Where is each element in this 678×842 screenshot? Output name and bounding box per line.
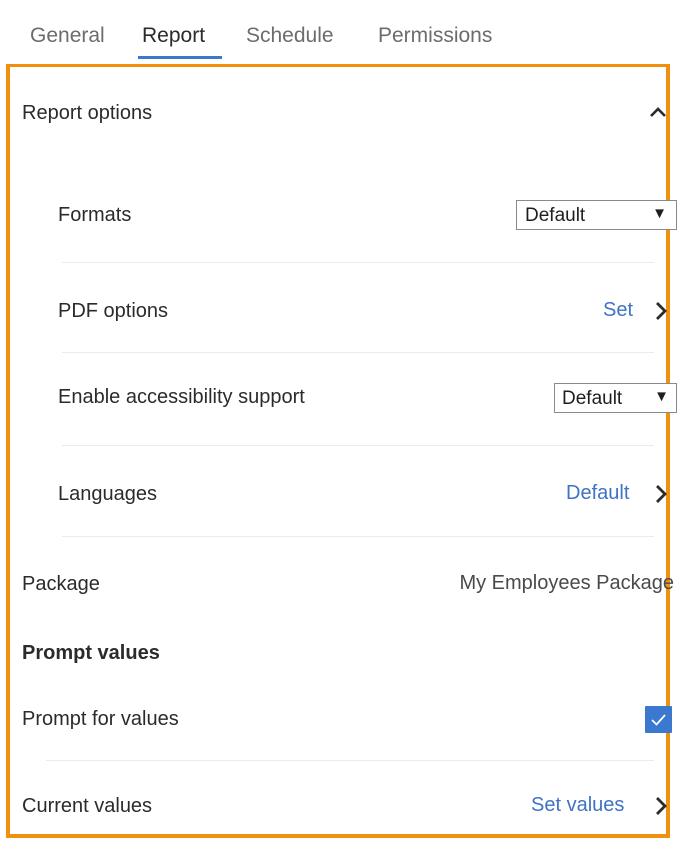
report-options-title: Report options — [22, 102, 153, 124]
formats-select[interactable]: Default ▼ — [516, 200, 677, 230]
accessibility-select[interactable]: Default ▼ — [554, 383, 677, 413]
dropdown-caret-icon: ▼ — [654, 388, 669, 405]
divider — [62, 445, 654, 446]
pdf-options-label: PDF options — [58, 300, 169, 322]
divider — [62, 536, 654, 537]
prompt-for-values-label: Prompt for values — [22, 708, 179, 730]
pdf-options-set-link[interactable]: Set — [603, 299, 633, 322]
tab-report[interactable]: Report — [142, 24, 205, 48]
tab-general[interactable]: General — [30, 24, 105, 48]
divider — [46, 760, 654, 761]
chevron-right-icon[interactable] — [652, 300, 670, 322]
active-tab-indicator — [138, 56, 222, 59]
divider — [62, 262, 654, 263]
checkmark-icon — [651, 714, 666, 726]
chevron-up-icon[interactable] — [646, 100, 670, 124]
chevron-right-icon[interactable] — [652, 795, 670, 817]
prompt-for-values-checkbox[interactable] — [645, 706, 672, 733]
tab-bar: General Report Schedule Permissions — [0, 0, 678, 64]
formats-label: Formats — [58, 204, 132, 226]
formats-select-value: Default — [525, 205, 586, 226]
package-label: Package — [22, 573, 100, 595]
accessibility-label: Enable accessibility support — [58, 386, 305, 408]
accessibility-select-value: Default — [562, 388, 623, 409]
languages-label: Languages — [58, 483, 157, 505]
prompt-values-title: Prompt values — [22, 642, 160, 664]
dropdown-caret-icon: ▼ — [652, 205, 667, 222]
current-values-label: Current values — [22, 795, 153, 817]
divider — [62, 352, 654, 353]
tab-schedule[interactable]: Schedule — [246, 24, 334, 48]
tab-permissions[interactable]: Permissions — [378, 24, 492, 48]
set-values-link[interactable]: Set values — [531, 794, 624, 817]
languages-default-link[interactable]: Default — [566, 482, 629, 505]
package-value: My Employees Package — [459, 572, 674, 594]
chevron-right-icon[interactable] — [652, 483, 670, 505]
